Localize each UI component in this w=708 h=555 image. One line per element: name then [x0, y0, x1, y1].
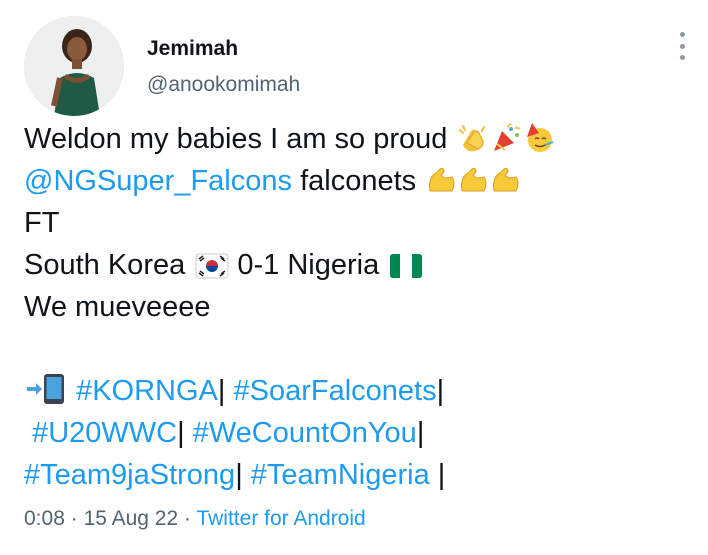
tweet-line: #Team9jaStrong| #TeamNigeria | [24, 454, 694, 496]
separator: | [177, 417, 185, 449]
mobile-phone-arrow-icon [26, 373, 68, 417]
separator: | [416, 417, 425, 449]
separator: | [235, 459, 243, 491]
mention-link[interactable]: @NGSuper_Falcons [24, 165, 292, 197]
tweet-text-segment: falconets [300, 165, 417, 197]
meta-separator: · [184, 507, 191, 530]
separator: | [437, 459, 446, 491]
display-name[interactable]: Jemimah [147, 37, 238, 61]
tweet-line: Weldon my babies I am so proud [24, 118, 694, 160]
clapping-hands-icon [457, 123, 489, 165]
hashtag-soar[interactable]: #SoarFalconets [234, 375, 437, 407]
tweet-text: Weldon my babies I am so proud @NGSuper_… [24, 118, 694, 496]
separator: | [436, 375, 445, 407]
meta-separator: · [70, 507, 78, 530]
hashtag-korn[interactable]: #KORNGA [76, 375, 218, 407]
nigeria-flag-icon [389, 249, 423, 291]
user-handle[interactable]: @anookomimah [147, 73, 300, 97]
tweet-line: South Korea 0-1 Nigeria [24, 244, 694, 286]
tweet-metadata: 0:08 · 15 Aug 22 · Twitter for Android [24, 507, 366, 531]
hashtag-team9ja[interactable]: #Team9jaStrong [24, 459, 235, 491]
tweet-date[interactable]: 15 Aug 22 [84, 507, 179, 530]
separator: | [217, 375, 226, 407]
tweet-text-segment: South Korea [24, 249, 186, 281]
tweet-line: #KORNGA| #SoarFalconets| [24, 370, 694, 412]
flexed-biceps-icon [426, 165, 522, 207]
hashtag-u20[interactable]: #U20WWC [32, 417, 177, 449]
more-options-icon[interactable] [671, 32, 693, 60]
south-korea-flag-icon [195, 249, 229, 291]
tweet-source-link[interactable]: Twitter for Android [196, 507, 365, 530]
hashtag-teamng[interactable]: #TeamNigeria [251, 459, 430, 491]
tweet-line: FT [24, 207, 60, 239]
avatar[interactable] [24, 16, 124, 116]
party-popper-icon [491, 122, 521, 165]
tweet-time[interactable]: 0:08 [24, 507, 65, 530]
hashtag-count[interactable]: #WeCountOnYou [193, 417, 417, 449]
tweet-line: #U20WWC| #WeCountOnYou| [24, 412, 694, 454]
profile-photo [24, 16, 124, 116]
partying-face-icon [523, 123, 555, 165]
tweet-line: We mueveeee [24, 291, 211, 323]
tweet-text-segment: Weldon my babies I am so proud [24, 123, 448, 155]
tweet-line: @NGSuper_Falcons falconets [24, 160, 694, 202]
tweet-text-segment: 0-1 Nigeria [237, 249, 380, 281]
